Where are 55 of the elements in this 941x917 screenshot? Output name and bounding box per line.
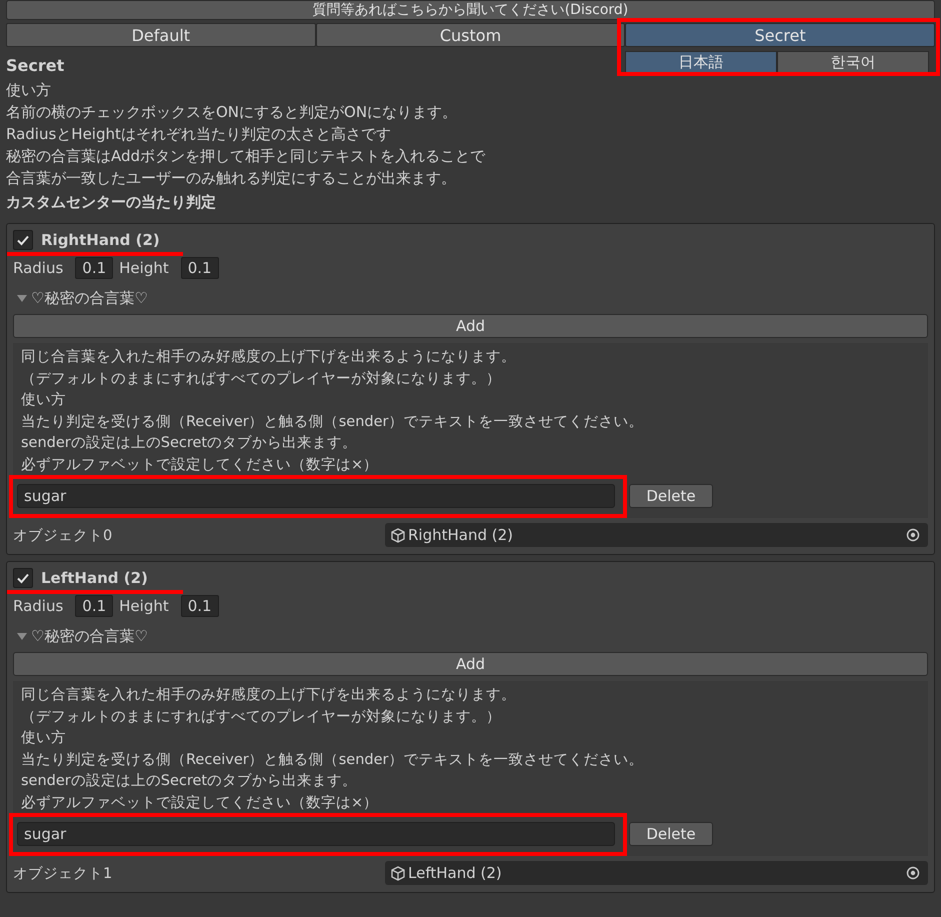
password-field[interactable]: sugar — [17, 822, 615, 846]
section-title: Secret — [6, 56, 64, 75]
checkbox[interactable] — [13, 568, 33, 588]
cube-icon — [391, 528, 405, 542]
language-tab[interactable]: 日本語 — [625, 51, 777, 73]
tab[interactable]: Custom — [316, 23, 626, 47]
instruction-text: 使い方 — [6, 80, 52, 101]
object-label: オブジェクト0 — [13, 526, 114, 544]
help-text: 必ずアルファベットで設定してください（数字は×） — [21, 456, 380, 474]
help-text: 当たり判定を受ける側（Receiver）と触る側（sender）でテキストを一致させてください。 — [21, 750, 644, 770]
section-heading: カスタムセンターの当たり判定 — [6, 193, 217, 213]
delete-button[interactable]: Delete — [629, 484, 713, 508]
target-icon[interactable] — [906, 866, 920, 880]
checkbox[interactable] — [13, 230, 33, 250]
instruction-text: 名前の横のチェックボックスをONにすると判定がONになります。 — [6, 102, 458, 123]
tab[interactable]: Default — [6, 23, 316, 47]
discord-button[interactable]: 質問等あればこちらから聞いてください(Discord) — [6, 0, 935, 20]
collider-name: RightHand (2) — [41, 231, 160, 249]
help-text: （デフォルトのままにすればすべてのプレイヤーが対象になります。） — [21, 370, 502, 388]
instruction-text: RadiusとHeightはそれぞれ当たり判定の太さと高さです — [6, 124, 392, 145]
foldout-header[interactable]: ♡秘密の合言葉♡ — [13, 622, 928, 650]
language-tab[interactable]: 한국어 — [777, 51, 929, 73]
height-label: Height — [119, 259, 169, 277]
foldout-header[interactable]: ♡秘密の合言葉♡ — [13, 284, 928, 312]
help-text: （デフォルトのままにすればすべてのプレイヤーが対象になります。） — [21, 708, 502, 726]
height-field[interactable]: 0.1 — [180, 257, 219, 279]
help-text: 当たり判定を受ける側（Receiver）と触る側（sender）でテキストを一致させてください。 — [21, 412, 644, 432]
radius-field[interactable]: 0.1 — [75, 257, 114, 279]
help-text: senderの設定は上のSecretのタブから出来ます。 — [21, 434, 358, 453]
height-field[interactable]: 0.1 — [180, 595, 219, 617]
add-button[interactable]: Add — [13, 314, 928, 338]
tab[interactable]: Secret — [625, 23, 936, 47]
help-text: 必ずアルファベットで設定してください（数字は×） — [21, 794, 380, 812]
check-icon — [16, 571, 30, 585]
help-text: 同じ合言葉を入れた相手のみ好感度の上げ下げを出来るようになります。 — [21, 348, 517, 367]
radius-label: Radius — [13, 597, 64, 615]
instruction-text: 合言葉が一致したユーザーのみ触れる判定にすることが出来ます。 — [6, 168, 457, 189]
object-label: オブジェクト1 — [13, 864, 114, 882]
height-label: Height — [119, 597, 169, 615]
radius-field[interactable]: 0.1 — [75, 595, 114, 617]
instruction-text: 秘密の合言葉はAddボタンを押して相手と同じテキストを入れることで — [6, 146, 486, 167]
help-text: 使い方 — [21, 728, 67, 748]
object-field[interactable]: RightHand (2) — [385, 523, 928, 547]
help-text: 同じ合言葉を入れた相手のみ好感度の上げ下げを出来るようになります。 — [21, 686, 517, 705]
check-icon — [16, 233, 30, 247]
target-icon[interactable] — [906, 528, 920, 542]
help-text: senderの設定は上のSecretのタブから出来ます。 — [21, 772, 358, 791]
help-text: 使い方 — [21, 390, 67, 410]
add-button[interactable]: Add — [13, 652, 928, 676]
cube-icon — [391, 866, 405, 880]
delete-button[interactable]: Delete — [629, 822, 713, 846]
password-field[interactable]: sugar — [17, 484, 615, 508]
collider-name: LeftHand (2) — [41, 569, 148, 587]
radius-label: Radius — [13, 259, 64, 277]
object-field[interactable]: LeftHand (2) — [385, 861, 928, 885]
